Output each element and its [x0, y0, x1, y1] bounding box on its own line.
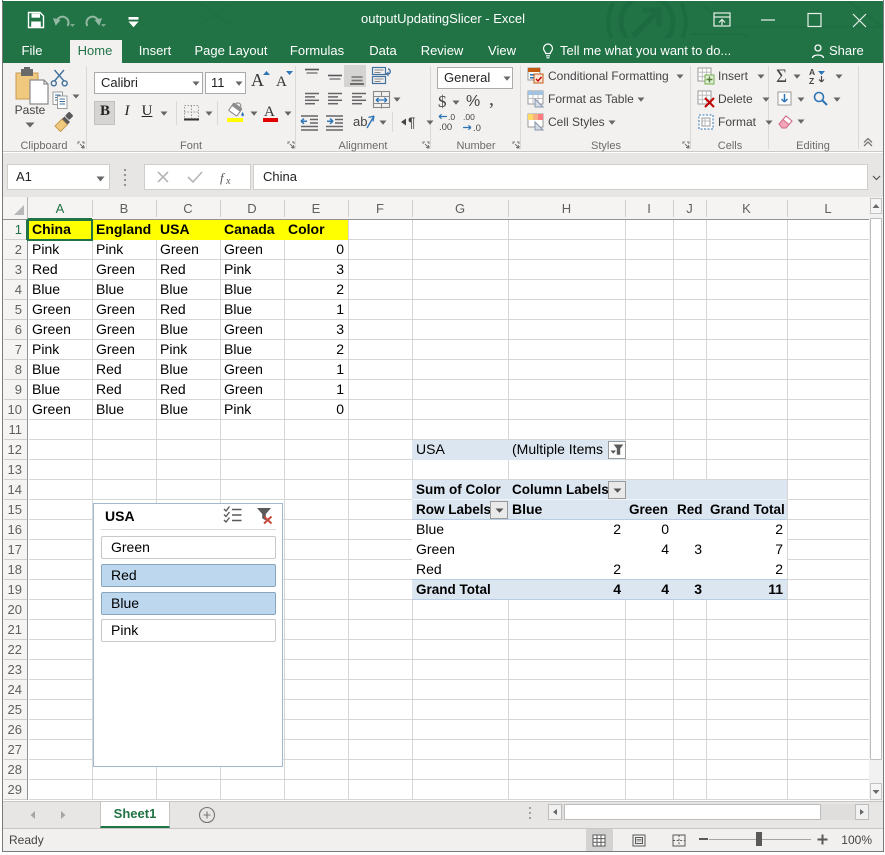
svg-text:A: A [264, 104, 275, 120]
svg-text:Z: Z [809, 76, 814, 85]
svg-text:ab: ab [353, 114, 367, 129]
svg-text:.0: .0 [473, 123, 481, 133]
svg-text:.0: .0 [448, 113, 455, 122]
svg-text:¶: ¶ [408, 114, 416, 130]
svg-text:A: A [251, 70, 264, 90]
svg-text:x: x [225, 176, 231, 185]
svg-text:.00: .00 [463, 113, 475, 122]
svg-text:.00: .00 [439, 122, 452, 133]
svg-text:A: A [276, 74, 287, 90]
